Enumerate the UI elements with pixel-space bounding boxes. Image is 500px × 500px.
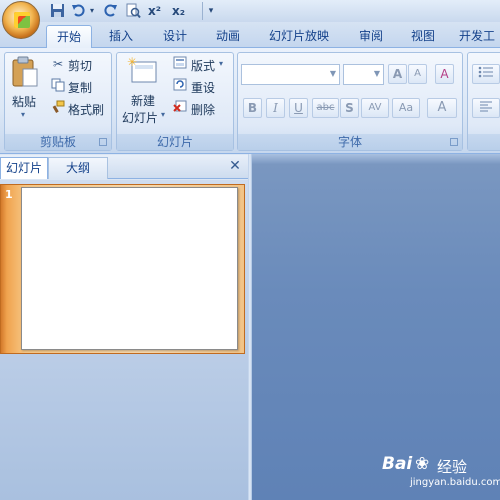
new-slide-label-1[interactable]: 新建 — [131, 92, 155, 109]
watermark-brand: Bai — [382, 454, 413, 474]
delete-button[interactable]: 删除 — [191, 101, 215, 118]
superscript-button[interactable]: x² — [146, 3, 163, 19]
font-size-combo[interactable]: ▼ — [343, 64, 384, 85]
layout-icon — [172, 56, 188, 72]
copy-icon — [50, 78, 66, 94]
layout-dropdown-icon[interactable]: ▾ — [219, 59, 223, 68]
undo-dropdown-icon[interactable]: ▾ — [87, 3, 97, 19]
office-logo-icon — [14, 12, 30, 28]
copy-button[interactable]: 复制 — [68, 79, 92, 96]
bold-button[interactable]: B — [243, 98, 262, 118]
font-name-combo[interactable]: ▼ — [241, 64, 340, 85]
align-left-button[interactable] — [472, 98, 500, 118]
close-icon[interactable]: ✕ — [227, 158, 243, 174]
slides-group-label: 幻灯片 — [117, 134, 233, 150]
office-button[interactable] — [2, 1, 40, 39]
slide-number: 1 — [5, 188, 13, 201]
paragraph-group-label — [468, 134, 500, 150]
new-slide-icon[interactable]: ✳ — [127, 55, 159, 86]
bullets-button[interactable] — [472, 64, 500, 84]
slide-editing-canvas[interactable] — [252, 154, 500, 500]
tab-design[interactable]: 设计 — [155, 25, 195, 48]
svg-text:✳: ✳ — [127, 56, 137, 69]
reset-button[interactable]: 重设 — [191, 79, 215, 96]
tab-outline[interactable]: 大纲 — [48, 157, 108, 179]
grow-font-button[interactable]: A — [388, 64, 407, 84]
reset-icon — [172, 78, 188, 94]
customize-quick-access-icon[interactable]: ▾ — [205, 3, 217, 19]
paste-button[interactable]: 粘贴 — [12, 93, 36, 110]
shadow-button[interactable]: S — [340, 98, 359, 118]
tab-insert[interactable]: 插入 — [101, 25, 141, 48]
cut-button[interactable]: 剪切 — [68, 57, 92, 74]
tab-slides[interactable]: 幻灯片 — [0, 157, 48, 179]
undo-icon[interactable] — [70, 3, 87, 19]
new-slide-dropdown-icon[interactable]: ▾ — [161, 110, 165, 119]
clipboard-group-label: 剪贴板 — [5, 134, 111, 150]
clipboard-launcher-icon[interactable] — [99, 138, 107, 146]
print-preview-icon[interactable] — [124, 3, 141, 19]
font-color-button[interactable]: A — [427, 98, 457, 118]
paw-icon: ❀ — [415, 454, 430, 474]
italic-button[interactable]: I — [266, 98, 285, 118]
tab-view[interactable]: 视图 — [403, 25, 443, 48]
tab-developer[interactable]: 开发工 — [459, 25, 500, 48]
tab-home[interactable]: 开始 — [46, 25, 92, 48]
quick-access-separator — [202, 2, 203, 20]
clear-formatting-button[interactable]: A — [435, 64, 454, 84]
watermark-cn: 经验 — [437, 458, 468, 476]
layout-button[interactable]: 版式 — [191, 57, 215, 74]
chevron-down-icon: ▼ — [373, 69, 380, 78]
tab-review[interactable]: 审阅 — [351, 25, 391, 48]
watermark-url: jingyan.baidu.com — [410, 477, 500, 488]
save-icon[interactable] — [49, 3, 66, 19]
paste-dropdown-icon[interactable]: ▾ — [21, 110, 25, 119]
tab-animation[interactable]: 动画 — [208, 25, 248, 48]
character-spacing-button[interactable]: AV — [361, 98, 389, 118]
font-launcher-icon[interactable] — [450, 138, 458, 146]
cut-icon: ✂ — [52, 57, 64, 71]
format-painter-icon — [50, 100, 66, 116]
redo-icon[interactable] — [102, 3, 119, 19]
font-group-label: 字体 — [238, 134, 462, 150]
delete-icon — [172, 100, 188, 116]
chevron-down-icon: ▼ — [329, 69, 336, 78]
subscript-button[interactable]: x₂ — [170, 3, 187, 19]
paste-icon[interactable] — [10, 56, 40, 88]
shrink-font-button[interactable]: A — [408, 64, 427, 84]
tab-slideshow[interactable]: 幻灯片放映 — [263, 25, 335, 48]
format-painter-button[interactable]: 格式刷 — [68, 101, 104, 118]
canvas-top-edge — [252, 154, 500, 164]
strikethrough-button[interactable]: abc — [312, 98, 339, 118]
change-case-button[interactable]: Aa — [392, 98, 420, 118]
underline-button[interactable]: U — [289, 98, 308, 118]
slide-thumbnail[interactable] — [21, 187, 238, 350]
new-slide-label-2[interactable]: 幻灯片 — [122, 109, 158, 126]
